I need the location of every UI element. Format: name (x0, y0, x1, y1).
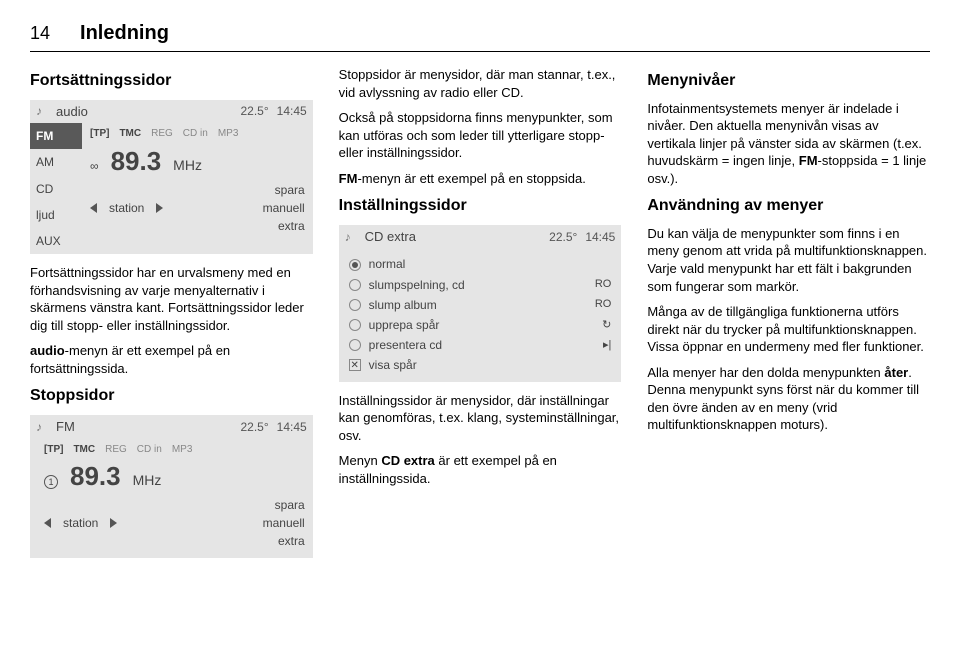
list-item: slumpspelning, cd RO (349, 277, 612, 293)
fm-frequency: 89.3 (70, 459, 121, 494)
p-audio-example: audio-menyn är ett exempel på en fortsät… (30, 342, 313, 377)
fm-tag-tp: [TP] (44, 443, 63, 457)
freq-unit: MHz (173, 156, 202, 175)
checkbox-icon: ✕ (349, 359, 361, 371)
li-label: upprepa spår (369, 317, 440, 333)
fm-tag-cdin: CD in (137, 443, 162, 457)
li-tail: ▸| (603, 338, 611, 353)
bold-ater: åter (884, 365, 908, 380)
p-fm-example: FM-menyn är ett exempel på en stoppsida. (339, 170, 622, 188)
page-number: 14 (30, 21, 50, 45)
p-cd-example: Menyn CD extra är ett exempel på en inst… (339, 452, 622, 487)
p-fort-desc: Fortsättningssidor har en urvalsmeny med… (30, 264, 313, 334)
fm-tag-reg: REG (105, 443, 127, 457)
tag-mp3: MP3 (218, 127, 239, 141)
li-label: slumpspelning, cd (369, 277, 465, 293)
list-item: normal (349, 256, 612, 272)
p-niv: Infotainmentsystemets menyer är indelade… (647, 100, 930, 188)
li-label: presentera cd (369, 337, 442, 353)
side-fm: FM (30, 123, 82, 149)
column-2: Stoppsidor är menysidor, där man stannar… (339, 66, 622, 568)
li-tail: RO (595, 297, 612, 312)
tag-tmc: TMC (119, 127, 141, 141)
fm-prev-icon (44, 518, 51, 528)
li-tail: ↻ (602, 318, 611, 333)
fm-tag-mp3: MP3 (172, 443, 193, 457)
preset-number: 1 (44, 475, 58, 489)
radio-icon (349, 279, 361, 291)
tag-cdin: CD in (183, 127, 208, 141)
heading-anvandning: Användning av menyer (647, 195, 930, 217)
page-header: 14 Inledning (30, 20, 930, 52)
screenshot-cdextra: CD extra 22.5° 14:45 normal slumpspelnin… (339, 225, 622, 382)
heading-fortsattning: Fortsättningssidor (30, 70, 313, 92)
li-label: slump album (369, 297, 437, 313)
radio-icon (349, 319, 361, 331)
scr-cd-temp: 22.5° (549, 229, 577, 245)
li-label: visa spår (369, 357, 417, 373)
radio-icon (349, 259, 361, 271)
fm-tag-tmc: TMC (73, 443, 95, 457)
fm-freq-unit: MHz (133, 471, 162, 490)
list-item: slump album RO (349, 297, 612, 313)
li-tail: RO (595, 277, 612, 292)
bold-cd: CD extra (381, 453, 434, 468)
bold-audio: audio (30, 343, 65, 358)
ctl-spara: spara (275, 182, 305, 198)
side-am: AM (30, 149, 82, 175)
tag-tp: [TP] (90, 127, 109, 141)
scr-cd-time: 14:45 (585, 229, 615, 245)
scr-fm-time: 14:45 (277, 419, 307, 435)
ctl-extra: extra (278, 218, 305, 234)
fm-ctl-extra: extra (278, 533, 305, 549)
heading-stoppsidor: Stoppsidor (30, 385, 313, 407)
stereo-icon: ∞ (90, 158, 99, 174)
p-anv2: Många av de tillgängliga funktionerna ut… (647, 303, 930, 356)
p-stop2: Också på stoppsidorna finns menypunkter,… (339, 109, 622, 162)
p-stop1: Stoppsidor är menysidor, där man stannar… (339, 66, 622, 101)
column-3: Menynivåer Infotainmentsystemets menyer … (647, 66, 930, 568)
prev-icon (90, 203, 97, 213)
list-item: upprepa spår ↻ (349, 317, 612, 333)
list-item: presentera cd ▸| (349, 337, 612, 353)
heading-installning: Inställningssidor (339, 195, 622, 217)
side-cd: CD (30, 176, 82, 202)
list-item: ✕ visa spår (349, 357, 612, 373)
fm-ctl-station: station (63, 515, 98, 531)
fm-next-icon (110, 518, 117, 528)
p-anv3: Alla menyer har den dolda menypunkten åt… (647, 364, 930, 434)
scr-title: audio (56, 103, 88, 121)
next-icon (156, 203, 163, 213)
ctl-station: station (109, 200, 144, 216)
p-inst1: Inställningssidor är menysidor, där inst… (339, 392, 622, 445)
p-anv1: Du kan välja de menypunkter som finns i … (647, 225, 930, 295)
fm-ctl-manuell: manuell (263, 515, 305, 531)
tag-reg: REG (151, 127, 173, 141)
bold-fm2: FM (799, 153, 818, 168)
scr-fm-title: FM (56, 418, 75, 436)
heading-menynivaer: Menynivåer (647, 70, 930, 92)
scr-fm-temp: 22.5° (240, 419, 268, 435)
fm-ctl-spara: spara (275, 497, 305, 513)
screenshot-audio: audio 22.5° 14:45 FM AM CD ljud AUX (30, 100, 313, 254)
screenshot-fm: FM 22.5° 14:45 [TP] TMC REG CD in MP3 (30, 415, 313, 558)
side-ljud: ljud (30, 202, 82, 228)
li-label: normal (369, 256, 406, 272)
scr-cd-title: CD extra (365, 228, 416, 246)
radio-icon (349, 299, 361, 311)
chapter-title: Inledning (80, 20, 169, 47)
ctl-manuell: manuell (263, 200, 305, 216)
scr-time: 14:45 (277, 103, 307, 119)
bold-fm: FM (339, 171, 358, 186)
column-1: Fortsättningssidor audio 22.5° 14:45 FM … (30, 66, 313, 568)
radio-icon (349, 339, 361, 351)
frequency: 89.3 (111, 144, 162, 179)
scr-temp: 22.5° (240, 103, 268, 119)
side-aux: AUX (30, 228, 82, 254)
